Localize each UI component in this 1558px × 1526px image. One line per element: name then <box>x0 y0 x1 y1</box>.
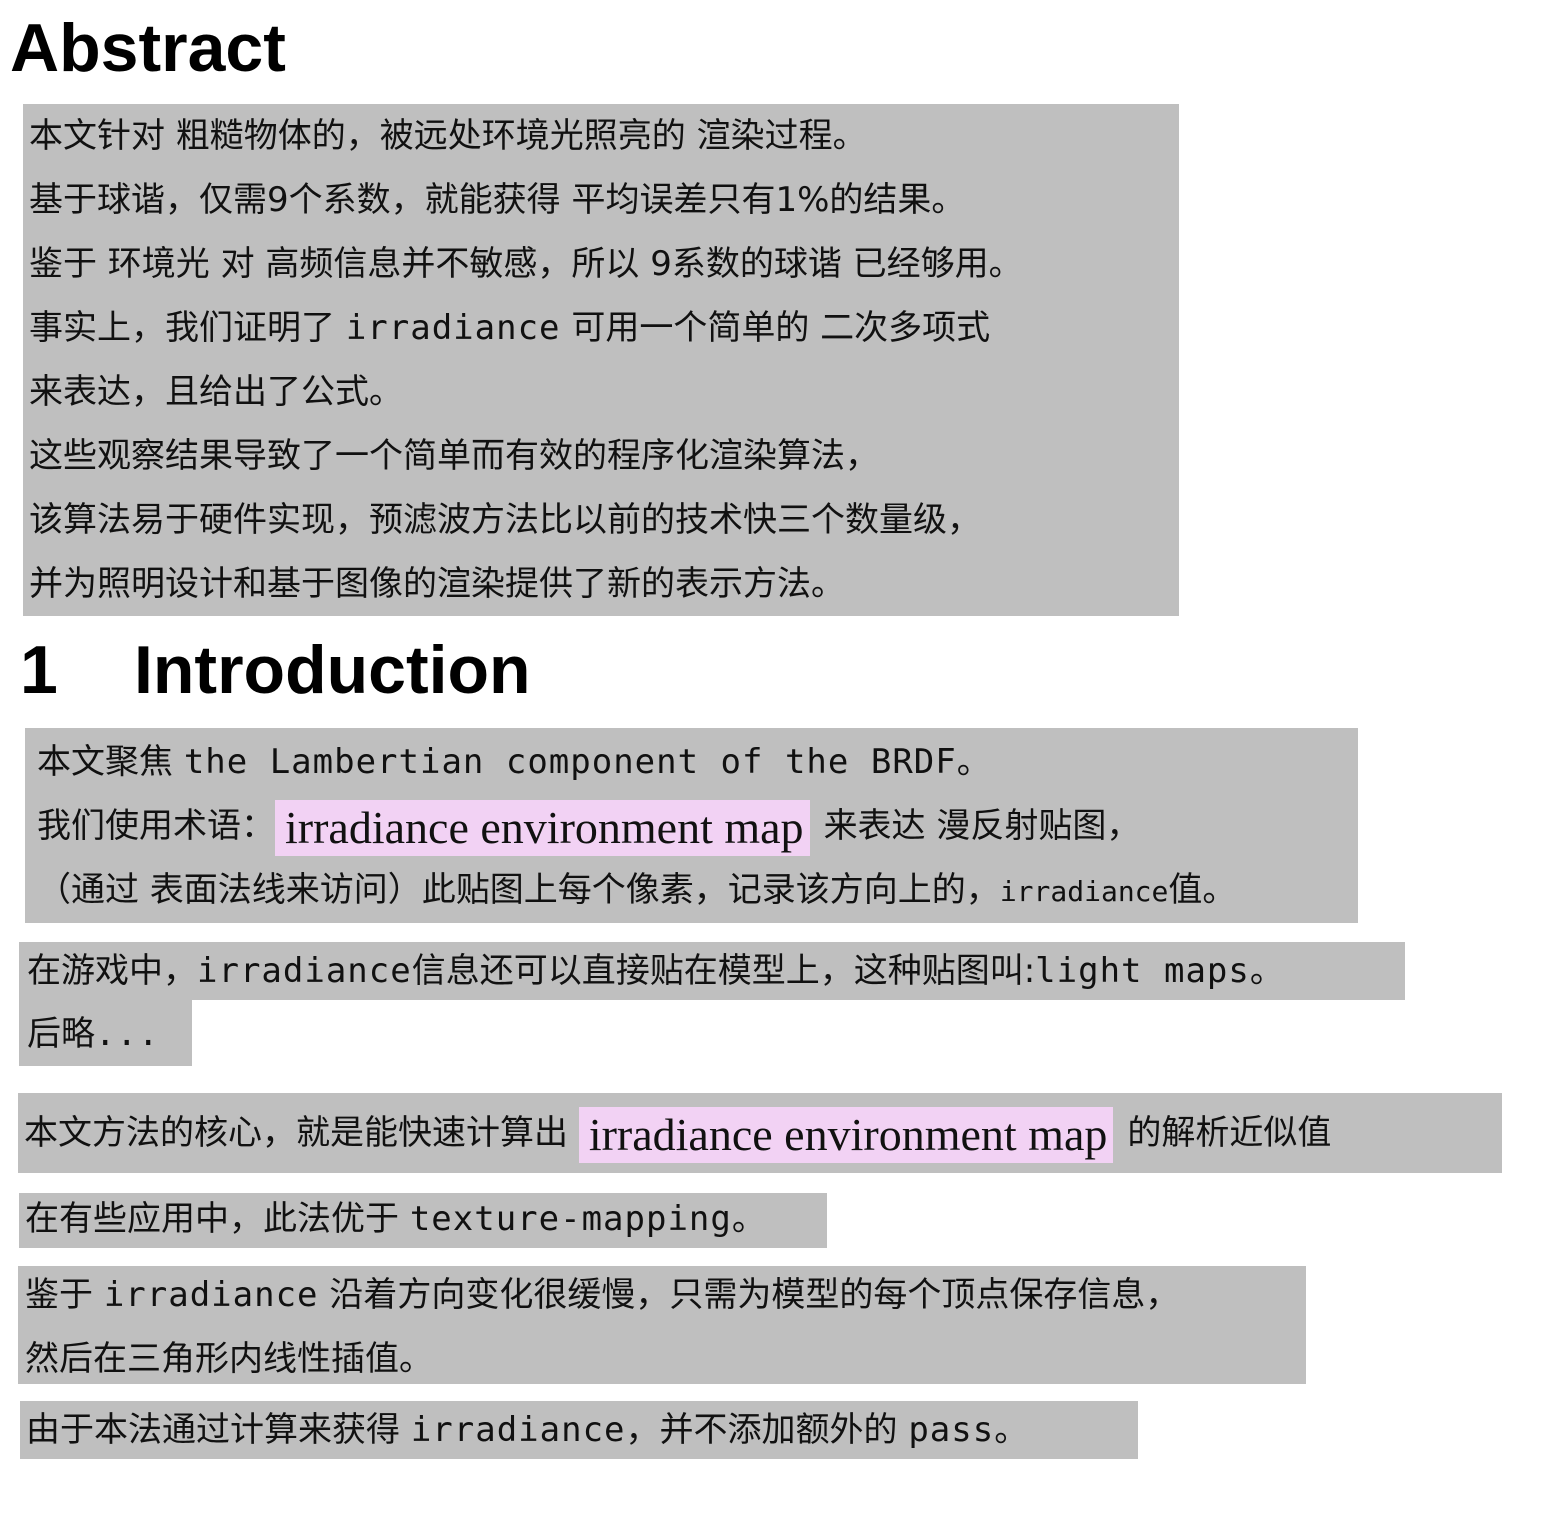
section-title: Introduction <box>134 632 531 708</box>
intro-block-3: 本文方法的核心，就是能快速计算出 irradiance environment … <box>18 1093 1502 1173</box>
intro-block-4-text: 在有些应用中，此法优于 texture-mapping。 <box>25 1193 766 1248</box>
abstract-line-4-tail: 可用一个简单的 二次多项式 <box>560 308 991 348</box>
code-texture-mapping: texture-mapping <box>409 1199 732 1239</box>
pass-text: 由于本法通过计算来获得 <box>26 1410 411 1450</box>
highlight-irradiance-environment-map: irradiance environment map <box>578 1106 1114 1163</box>
intro-line-3-text: （通过 表面法线来访问）此贴图上每个像素，记录该方向上的， <box>37 870 1000 910</box>
code-irradiance: irradiance <box>410 1410 626 1450</box>
intro-block-3-text: 本文方法的核心，就是能快速计算出 irradiance environment … <box>24 1101 1331 1165</box>
code-irradiance: irradiance <box>345 308 561 348</box>
intro-block-1-line-3: （通过 表面法线来访问）此贴图上每个像素，记录该方向上的，irradiance值… <box>37 858 1236 922</box>
abstract-line-4: 事实上，我们证明了 irradiance 可用一个简单的 二次多项式 <box>29 296 990 360</box>
intro-block-1: 本文聚焦 the Lambertian component of the BRD… <box>25 728 1358 923</box>
core-text-tail: 的解析近似值 <box>1127 1113 1332 1153</box>
code-irradiance: irradiance <box>103 1275 319 1315</box>
app-text: 在有些应用中，此法优于 <box>25 1199 410 1239</box>
intro-line-2-text: 我们使用术语： <box>37 806 275 846</box>
ellipsis: ... <box>95 1014 160 1054</box>
vertex-text: 鉴于 <box>25 1275 104 1315</box>
intro-block-2-line-2-text: 后略... <box>27 1002 159 1066</box>
game-text: 在游戏中， <box>27 951 197 991</box>
intro-block-6: 由于本法通过计算来获得 irradiance，并不添加额外的 pass。 <box>20 1401 1138 1459</box>
introduction-heading: 1 Introduction <box>20 636 531 704</box>
abstract-block: 本文针对 粗糙物体的，被远处环境光照亮的 渲染过程。 基于球谐，仅需9个系数，就… <box>23 104 1179 616</box>
abstract-line-7: 该算法易于硬件实现，预滤波方法比以前的技术快三个数量级， <box>29 500 981 540</box>
abstract-line-1: 本文针对 粗糙物体的，被远处环境光照亮的 渲染过程。 <box>29 116 867 156</box>
abstract-line-8: 并为照明设计和基于图像的渲染提供了新的表示方法。 <box>29 564 845 604</box>
code-light-maps: light maps <box>1035 951 1250 991</box>
abstract-line-3: 鉴于 环境光 对 高频信息并不敏感，所以 9系数的球谐 已经够用。 <box>29 244 1023 284</box>
app-text-tail: 。 <box>731 1199 766 1239</box>
intro-block-1-line-1: 本文聚焦 the Lambertian component of the BRD… <box>37 730 992 794</box>
pass-text-mid: ，并不添加额外的 <box>625 1410 909 1450</box>
game-text-mid: 信息还可以直接贴在模型上，这种贴图叫: <box>411 951 1036 991</box>
section-number: 1 <box>20 632 58 708</box>
intro-line-2-tail: 来表达 漫反射贴图， <box>823 806 1141 846</box>
intro-block-6-text: 由于本法通过计算来获得 irradiance，并不添加额外的 pass。 <box>26 1401 1028 1459</box>
intro-block-5-line-1: 鉴于 irradiance 沿着方向变化很缓慢，只需为模型的每个顶点保存信息， <box>25 1266 1179 1327</box>
intro-line-3-tail: 值。 <box>1168 870 1237 910</box>
code-irradiance: irradiance <box>197 951 412 991</box>
intro-block-5-line-2: 然后在三角形内线性插值。 <box>25 1339 433 1379</box>
intro-block-2-line-2: 后略... <box>19 1000 192 1066</box>
code-lambertian: the Lambertian component of the BRDF。 <box>183 742 992 782</box>
abstract-line-4-text: 事实上，我们证明了 <box>29 308 346 348</box>
vertex-text-tail: 沿着方向变化很缓慢，只需为模型的每个顶点保存信息， <box>318 1275 1180 1315</box>
abstract-line-2: 基于球谐，仅需9个系数，就能获得 平均误差只有1%的结果。 <box>29 180 966 220</box>
core-text: 本文方法的核心，就是能快速计算出 <box>24 1113 579 1153</box>
game-text-end: 。 <box>1249 951 1284 991</box>
intro-block-2-line-1-text: 在游戏中，irradiance信息还可以直接贴在模型上，这种贴图叫:light … <box>27 942 1284 1000</box>
intro-block-1-line-2: 我们使用术语： irradiance environment map 来表达 漫反射… <box>37 794 1140 858</box>
abstract-line-5: 来表达，且给出了公式。 <box>29 372 403 412</box>
abstract-heading: Abstract <box>10 10 286 86</box>
intro-line-1-text: 本文聚焦 <box>37 742 184 782</box>
omitted-text: 后略 <box>27 1014 95 1054</box>
pass-text-tail: 。 <box>994 1410 1029 1450</box>
intro-block-4: 在有些应用中，此法优于 texture-mapping。 <box>19 1193 827 1248</box>
intro-block-2-line-1: 在游戏中，irradiance信息还可以直接贴在模型上，这种贴图叫:light … <box>19 942 1405 1000</box>
code-irradiance: irradiance <box>999 875 1169 908</box>
intro-block-5: 鉴于 irradiance 沿着方向变化很缓慢，只需为模型的每个顶点保存信息， … <box>18 1266 1306 1384</box>
abstract-line-6: 这些观察结果导致了一个简单而有效的程序化渲染算法， <box>29 436 879 476</box>
highlight-irradiance-environment-map: irradiance environment map <box>275 799 810 856</box>
code-pass: pass <box>908 1410 995 1450</box>
